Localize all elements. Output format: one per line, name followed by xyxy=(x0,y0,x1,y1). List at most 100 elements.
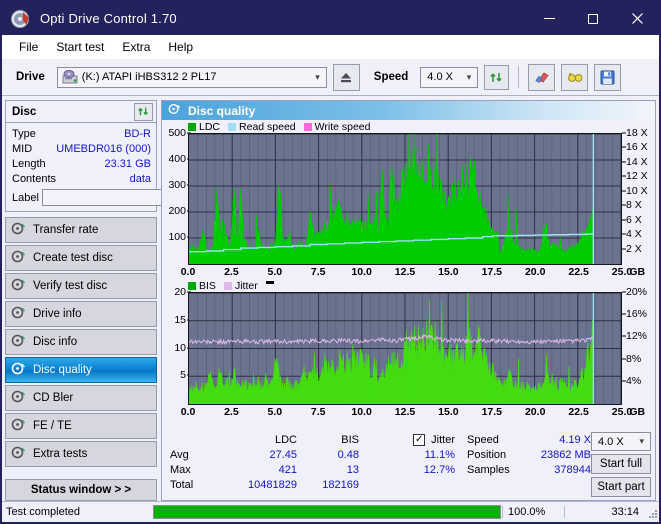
sidebar-item-drive-info[interactable]: Drive info xyxy=(5,301,157,327)
x-tick-label: 5.0 xyxy=(267,266,282,278)
x-tick-label: 5.0 xyxy=(267,406,282,418)
x-tick-label: 15.0 xyxy=(438,406,458,418)
ldc-x-axis: 0.02.55.07.510.012.515.017.520.022.525.0… xyxy=(188,265,622,279)
test-info: Speed 4.19 X Position 23862 MB Samples 3… xyxy=(467,432,591,497)
x-tick-label: 2.5 xyxy=(224,406,239,418)
status-bar: Test completed 100.0% 33:14 xyxy=(2,501,659,522)
disc-icon xyxy=(11,278,26,294)
chevron-down-icon: ▾ xyxy=(315,72,320,83)
disc-row-length-value: 23.31 GB xyxy=(105,158,151,170)
legend-label-jitter: Jitter xyxy=(235,280,258,292)
y2-tick-label: 18 X xyxy=(626,127,648,139)
disc-icon xyxy=(11,306,26,322)
eject-button[interactable] xyxy=(333,64,360,91)
main-header-title: Disc quality xyxy=(188,104,255,118)
sidebar-item-transfer-rate[interactable]: Transfer rate xyxy=(5,217,157,243)
sidebar-item-cd-bler[interactable]: CD Bler xyxy=(5,385,157,411)
save-button[interactable] xyxy=(594,64,621,91)
sidebar-item-fe-te[interactable]: FE / TE xyxy=(5,413,157,439)
statistics-panel: LDC BIS ✓ Jitter Avg 27.45 0.48 11.1% xyxy=(162,429,655,500)
disc-row-length: Length 23.31 GB xyxy=(12,156,151,171)
status-window-button[interactable]: Status window > > xyxy=(5,479,157,501)
y-tick-label: 20 xyxy=(174,286,186,298)
bis-chart: BIS Jitter 5101520 4%8%12%16%20% 0.02.5 xyxy=(162,279,655,419)
disc-row-contents: Contents data xyxy=(12,171,151,186)
charts-container: LDC Read speed Write speed 1002003004005… xyxy=(162,120,655,429)
legend-swatch-bis xyxy=(188,282,196,290)
y2-tick-label: 4 X xyxy=(626,228,642,240)
y2-tick-label: 2 X xyxy=(626,243,642,255)
disc-icon xyxy=(11,390,26,406)
legend-item-ldc: LDC xyxy=(188,121,220,133)
legend-item-read-speed: Read speed xyxy=(228,121,296,133)
stats-row-label: Total xyxy=(170,479,222,491)
ldc-y-axis: 100200300400500 xyxy=(162,133,188,265)
start-full-button[interactable]: Start full xyxy=(591,454,651,474)
disc-refresh-button[interactable] xyxy=(134,103,153,121)
y2-tick xyxy=(622,248,626,249)
toolbar: Drive (K:) ATAPI iHBS312 2 PL17 ▾ Speed xyxy=(2,59,659,96)
info-row-position: Position 23862 MB xyxy=(467,447,591,462)
disc-panel-title: Disc xyxy=(12,106,36,118)
toolbar-separator xyxy=(518,66,519,88)
x-tick-label: 20.0 xyxy=(525,266,545,278)
ldc-plot-area: 100200300400500 2 X4 X6 X8 X10 X12 X14 X… xyxy=(162,133,655,265)
bis-plot-canvas[interactable] xyxy=(188,292,622,405)
jitter-checkbox[interactable]: ✓ xyxy=(413,434,425,446)
disc-row-mid-value: UMEBDR016 (000) xyxy=(56,143,151,155)
progress-percent: 100.0% xyxy=(502,506,564,518)
menu-file[interactable]: File xyxy=(10,37,47,57)
sidebar-item-label: CD Bler xyxy=(33,392,73,404)
y2-tick-label: 10 X xyxy=(626,185,648,197)
ldc-chart: LDC Read speed Write speed 1002003004005… xyxy=(162,120,655,279)
stats-row-label: Max xyxy=(170,464,222,476)
resize-grip-icon[interactable] xyxy=(645,506,657,518)
minimize-button[interactable] xyxy=(527,2,571,35)
info-speed-value: 4.19 X xyxy=(523,434,591,446)
refresh-button[interactable] xyxy=(484,65,509,90)
menu-start-test[interactable]: Start test xyxy=(47,37,113,57)
menu-extra[interactable]: Extra xyxy=(113,37,159,57)
disc-icon xyxy=(11,446,26,462)
jitter-marker-icon xyxy=(266,281,274,284)
x-tick-label: 0.0 xyxy=(181,266,196,278)
x-tick-label: 17.5 xyxy=(482,406,502,418)
sidebar-item-verify-test-disc[interactable]: Verify test disc xyxy=(5,273,157,299)
stats-row-label: Avg xyxy=(170,449,222,461)
disc-row-type-key: Type xyxy=(12,128,36,140)
main-header: Disc quality xyxy=(162,101,655,120)
elapsed-time: 33:14 xyxy=(564,506,645,518)
start-part-button[interactable]: Start part xyxy=(591,477,651,497)
test-speed-select[interactable]: 4.0 X ▾ xyxy=(591,432,651,451)
sidebar-item-create-test-disc[interactable]: Create test disc xyxy=(5,245,157,271)
sidebar-item-disc-quality[interactable]: Disc quality xyxy=(5,357,157,383)
speed-select[interactable]: 4.0 X ▾ xyxy=(420,67,478,88)
sidebar-item-extra-tests[interactable]: Extra tests xyxy=(5,441,157,467)
disc-icon xyxy=(11,334,26,350)
ldc-y2-axis: 2 X4 X6 X8 X10 X12 X14 X16 X18 X xyxy=(622,133,655,265)
stats-row-avg: Avg 27.45 0.48 11.1% xyxy=(170,447,463,462)
stats-header-jitter: Jitter xyxy=(431,434,455,446)
sidebar-item-disc-info[interactable]: Disc info xyxy=(5,329,157,355)
y2-tick-label: 12% xyxy=(626,330,647,342)
disc-row-type: Type BD-R xyxy=(12,126,151,141)
x-tick-label: 12.5 xyxy=(395,266,415,278)
y2-tick xyxy=(622,380,626,381)
info-position-key: Position xyxy=(467,449,523,461)
erase-button[interactable] xyxy=(528,64,555,91)
window-title: Opti Drive Control 1.70 xyxy=(40,11,177,26)
maximize-button[interactable] xyxy=(571,2,615,35)
sidebar-nav: Transfer rate Create test disc Verify te… xyxy=(5,217,157,467)
menu-help[interactable]: Help xyxy=(159,37,202,57)
close-button[interactable] xyxy=(615,2,659,35)
y2-tick xyxy=(622,358,626,359)
disc-row-mid-key: MID xyxy=(12,143,32,155)
legend-swatch-ldc xyxy=(188,123,196,131)
ldc-plot-canvas[interactable] xyxy=(188,133,622,265)
glasses-button[interactable] xyxy=(561,64,588,91)
status-text: Test completed xyxy=(2,506,152,518)
y2-tick xyxy=(622,219,626,220)
stats-max-ldc: 421 xyxy=(222,464,297,476)
disc-panel: Disc Type BD-R MID UMEB xyxy=(5,100,157,212)
drive-select[interactable]: (K:) ATAPI iHBS312 2 PL17 ▾ xyxy=(57,67,327,88)
